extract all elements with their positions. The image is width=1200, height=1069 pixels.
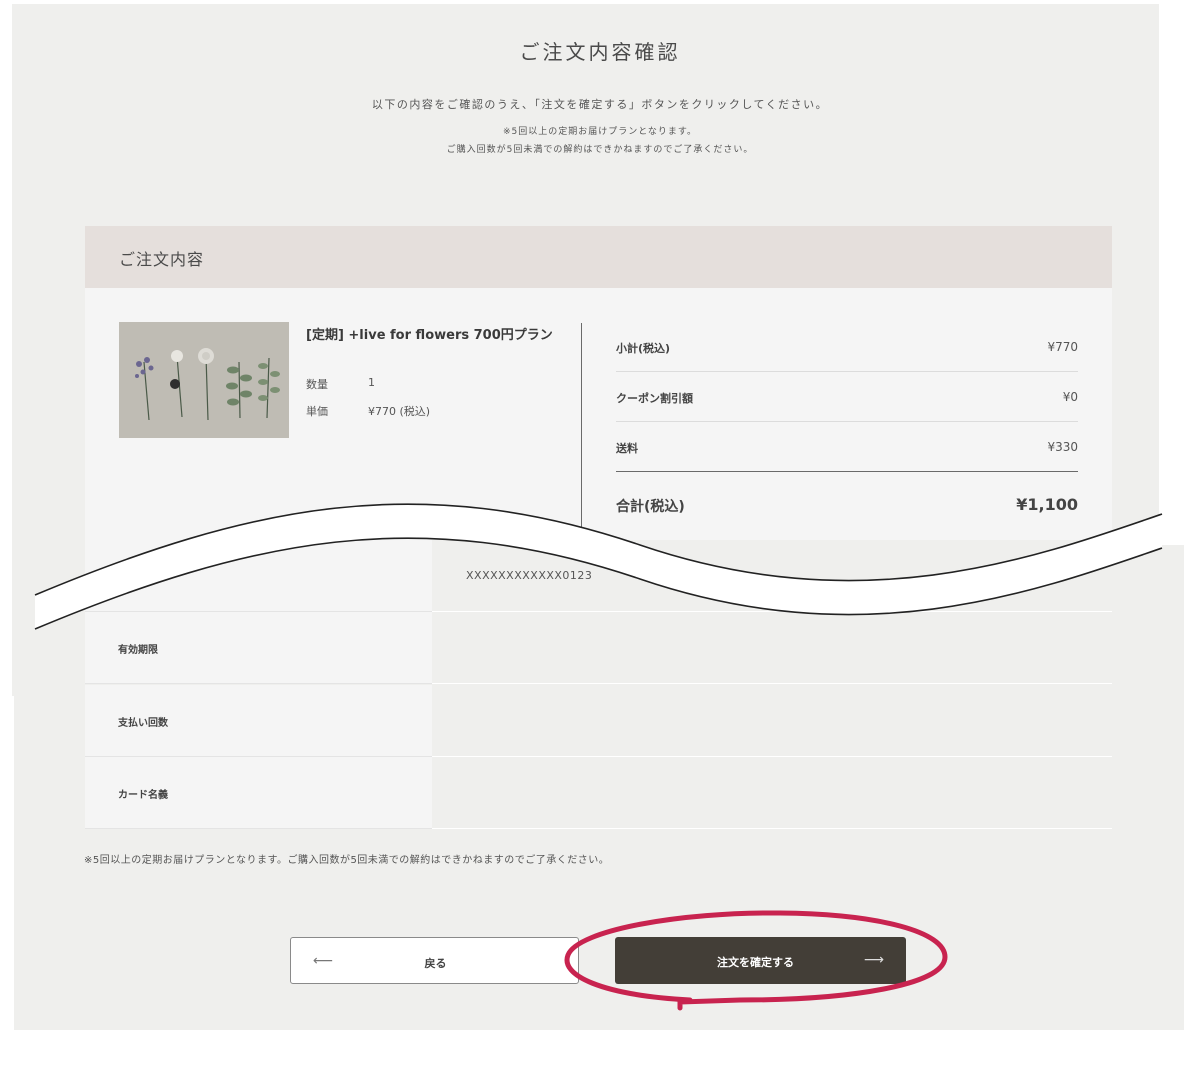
card-expiry-row: 有効期限 xyxy=(85,612,1112,684)
card-expiry-cell xyxy=(432,612,1112,684)
quantity-label: 数量 xyxy=(306,378,328,391)
card-installments-cell xyxy=(432,685,1112,757)
order-details: [定期] +live for flowers 700円プラン 数量 1 単価 ¥… xyxy=(85,288,1112,550)
card-number-row: 番号 XXXXXXXXXXXX0123 xyxy=(85,540,1112,612)
plan-note-line2: ご購入回数が5回未満での解約はできかねますのでご了承ください。 xyxy=(446,145,754,155)
coupon-row: クーポン割引額 ¥0 xyxy=(616,372,1078,422)
back-button-label: 戻る xyxy=(424,957,447,970)
order-section-header: ご注文内容 xyxy=(85,226,1112,288)
subtotal-value: ¥770 xyxy=(1047,340,1078,354)
card-holder-row: カード名義 xyxy=(85,757,1112,829)
confirm-order-button-label: 注文を確定する xyxy=(717,956,794,969)
back-button[interactable]: ⟵ 戻る xyxy=(290,937,579,984)
column-divider xyxy=(581,323,582,548)
subtotal-row: 小計(税込) ¥770 xyxy=(616,322,1078,372)
card-expiry-label: 有効期限 xyxy=(118,645,158,656)
card-expiry-key: 有効期限 xyxy=(85,612,432,684)
card-holder-key: カード名義 xyxy=(85,757,432,829)
card-holder-label: カード名義 xyxy=(118,790,168,801)
coupon-label: クーポン割引額 xyxy=(616,392,693,405)
total-value: ¥1,100 xyxy=(1016,495,1078,514)
product-name: [定期] +live for flowers 700円プラン xyxy=(306,328,553,343)
page-title: ご注文内容確認 xyxy=(519,40,681,64)
card-number-cell: XXXXXXXXXXXX0123 xyxy=(432,540,1112,612)
card-number-key: 番号 xyxy=(85,540,432,612)
plan-note-line1: ※5回以上の定期お届けプランとなります。 xyxy=(502,127,698,137)
shipping-value: ¥330 xyxy=(1047,440,1078,454)
card-installments-label: 支払い回数 xyxy=(118,718,168,729)
bottom-note: ※5回以上の定期お届けプランとなります。ご購入回数が5回未満での解約はできかねま… xyxy=(84,855,610,866)
coupon-value: ¥0 xyxy=(1062,390,1078,404)
product-image xyxy=(119,322,289,438)
card-installments-key: 支払い回数 xyxy=(85,685,432,757)
card-holder-cell xyxy=(432,757,1112,829)
card-installments-row: 支払い回数 xyxy=(85,685,1112,757)
subtotal-label: 小計(税込) xyxy=(616,342,671,355)
card-number-value: XXXXXXXXXXXX0123 xyxy=(466,569,593,582)
card-info-table: 番号 XXXXXXXXXXXX0123 有効期限 支払い回数 カード名義 xyxy=(85,540,1112,830)
quantity-value: 1 xyxy=(368,376,375,389)
unit-price-label: 単価 xyxy=(306,405,328,418)
arrow-right-icon: ⟶ xyxy=(863,952,884,968)
shipping-label: 送料 xyxy=(616,442,638,455)
unit-price-value: ¥770 (税込) xyxy=(368,405,431,418)
shipping-row: 送料 ¥330 xyxy=(616,422,1078,472)
order-section-title: ご注文内容 xyxy=(119,250,205,269)
intro-text: 以下の内容をご確認のうえ、「注文を確定する」ボタンをクリックしてください。 xyxy=(371,98,829,111)
confirm-order-button[interactable]: 注文を確定する ⟶ xyxy=(615,937,906,984)
card-number-label: 番号 xyxy=(118,573,138,584)
